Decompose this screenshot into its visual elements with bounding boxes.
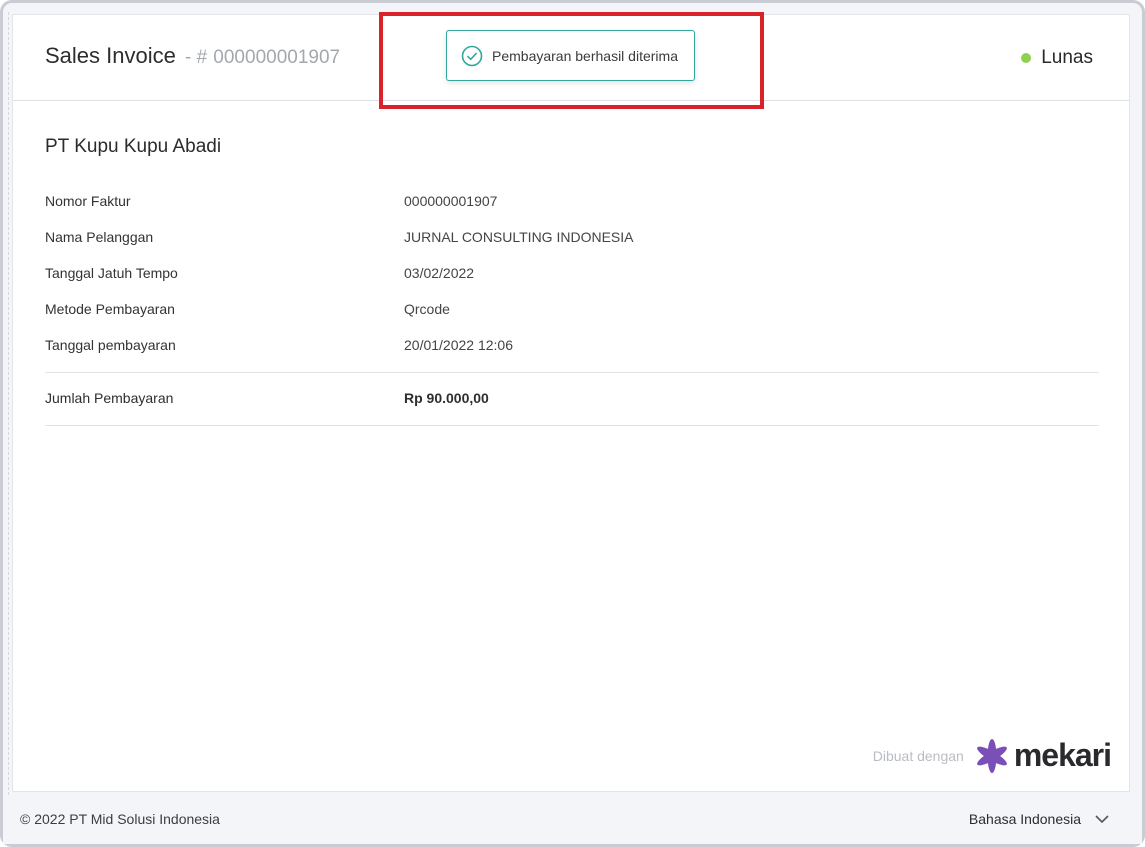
title-invoice-number: 000000001907 (213, 47, 341, 68)
copyright-text: © 2022 PT Mid Solusi Indonesia (20, 811, 220, 827)
detail-value: 20/01/2022 12:06 (404, 337, 513, 353)
title-separator: - # (184, 47, 208, 68)
status-label: Lunas (1041, 47, 1093, 68)
total-label: Jumlah Pembayaran (45, 390, 174, 406)
detail-row-tanggal-pembayaran: Tanggal pembayaran 20/01/2022 12:06 (45, 337, 1099, 357)
detail-value: 03/02/2022 (404, 265, 475, 281)
mekari-logo: mekari (1013, 737, 1112, 773)
language-selector[interactable]: Bahasa Indonesia (969, 811, 1109, 827)
language-label: Bahasa Indonesia (968, 811, 1081, 827)
highlight-box (379, 12, 764, 109)
page-footer: © 2022 PT Mid Solusi Indonesia Bahasa In… (3, 796, 1142, 844)
detail-row-nomor-faktur: Nomor Faktur 000000001907 (45, 193, 1099, 213)
company-name: PT Kupu Kupu Abadi (45, 136, 222, 157)
invoice-card: Sales Invoice - # 000000001907 Lunas PT … (12, 14, 1130, 792)
chevron-down-icon (1095, 814, 1109, 824)
total-row: Jumlah Pembayaran Rp 90.000,00 (45, 390, 1099, 410)
dashed-guide (8, 12, 9, 835)
page-title: Sales Invoice - # 000000001907 (45, 43, 340, 69)
detail-row-nama-pelanggan: Nama Pelanggan JURNAL CONSULTING INDONES… (45, 229, 1099, 249)
title-text: Sales Invoice (45, 43, 176, 68)
detail-label: Nomor Faktur (45, 193, 131, 209)
divider (45, 372, 1099, 373)
detail-label: Tanggal Jatuh Tempo (45, 265, 178, 281)
made-by-branding: Dibuat dengan mekari (872, 737, 1112, 774)
divider (45, 425, 1099, 426)
detail-value: 000000001907 (404, 193, 498, 209)
detail-label: Nama Pelanggan (45, 229, 154, 245)
status-badge: Lunas (1021, 47, 1093, 69)
detail-label: Metode Pembayaran (45, 301, 175, 317)
detail-value: JURNAL CONSULTING INDONESIA (404, 229, 634, 245)
detail-value: Qrcode (404, 301, 450, 317)
detail-label: Tanggal pembayaran (45, 337, 176, 353)
detail-row-metode-pembayaran: Metode Pembayaran Qrcode (45, 301, 1099, 321)
made-by-label: Dibuat dengan (872, 747, 964, 764)
status-dot-icon (1021, 53, 1032, 63)
detail-row-jatuh-tempo: Tanggal Jatuh Tempo 03/02/2022 (45, 265, 1099, 285)
total-value: Rp 90.000,00 (404, 390, 489, 406)
mekari-star-icon (974, 738, 1010, 774)
